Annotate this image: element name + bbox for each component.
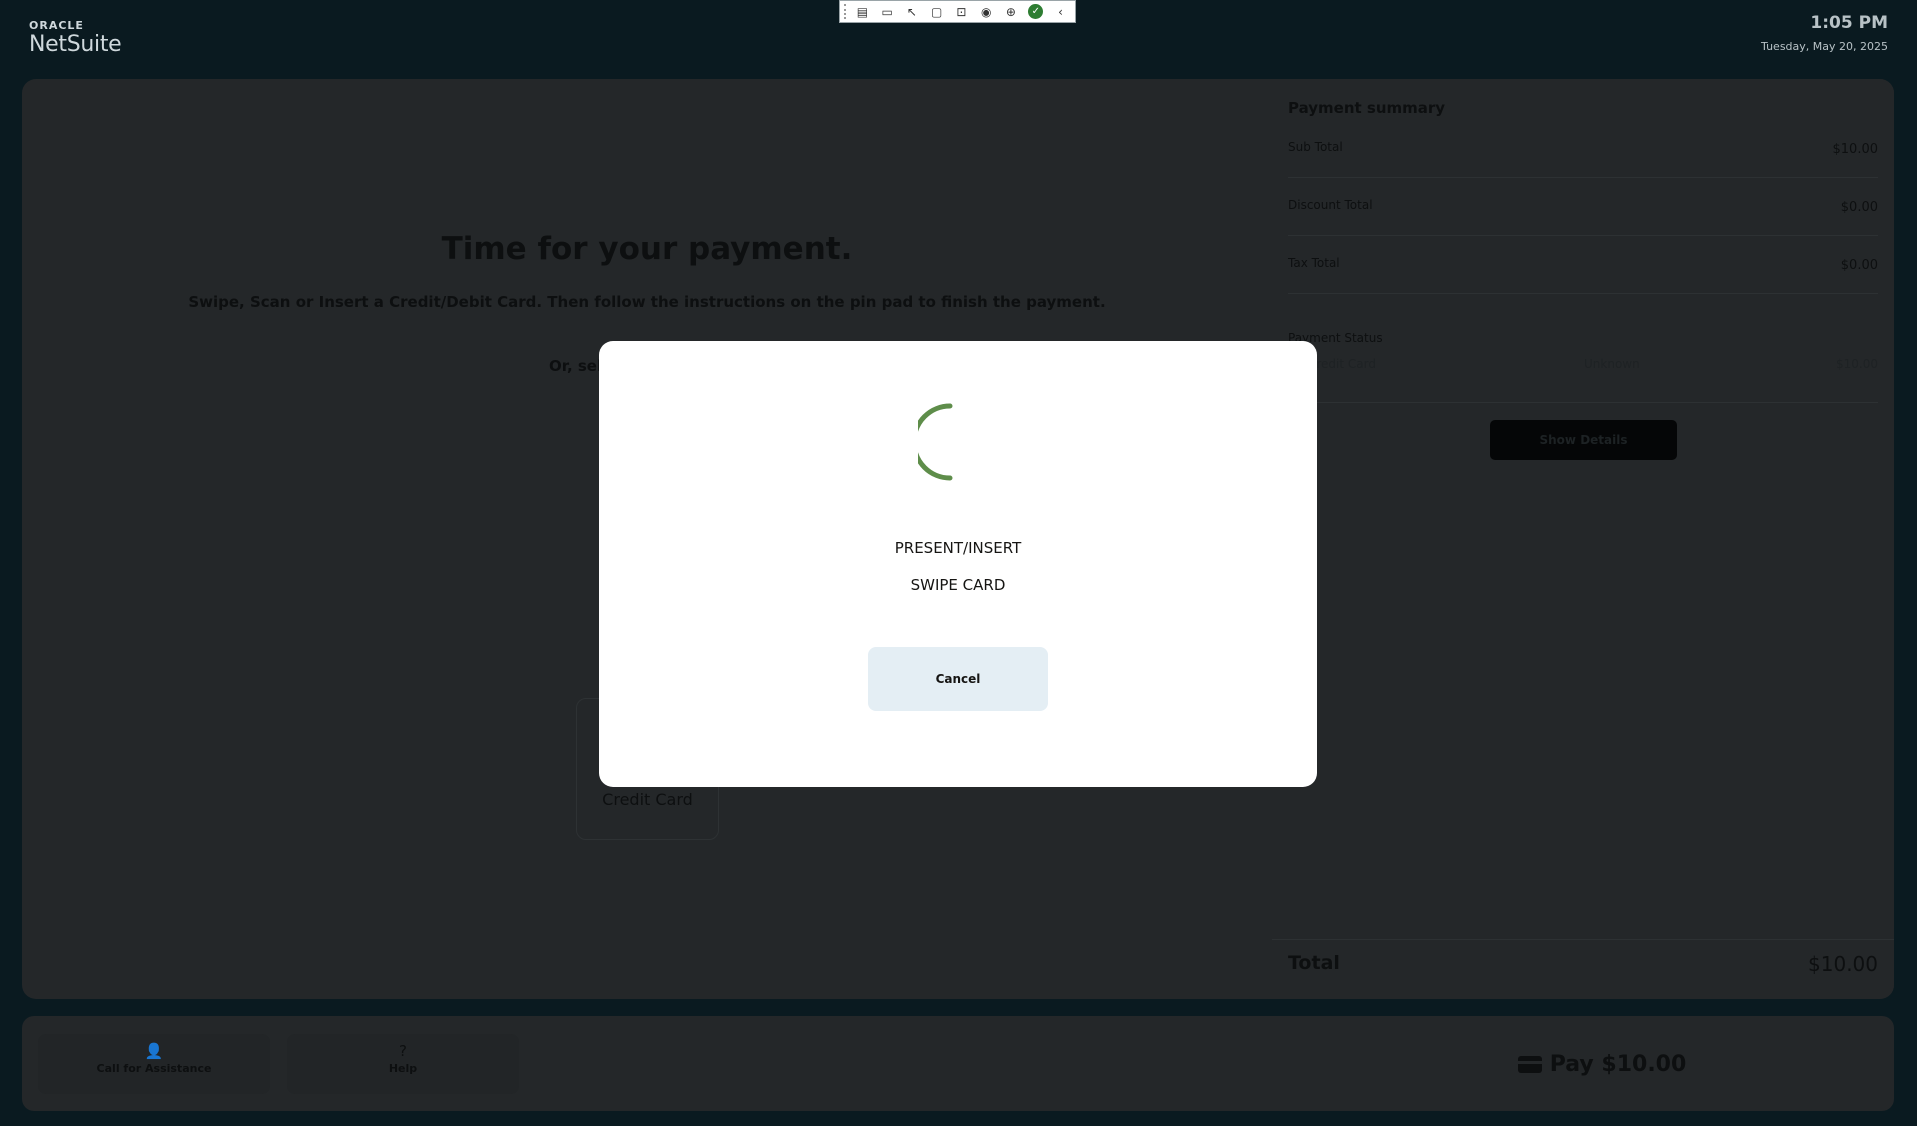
audio-icon[interactable]: ◉ (976, 2, 997, 21)
show-details-button[interactable]: Show Details (1490, 420, 1677, 460)
total-row: Total $10.00 (1272, 939, 1894, 999)
credit-card-icon (1517, 1055, 1542, 1073)
clock-time: 1:05 PM (1810, 13, 1888, 33)
payment-summary: Payment summary Sub Total $10.00 Discoun… (1272, 79, 1894, 999)
status-state: Unknown (1584, 357, 1640, 371)
help-label: Help (388, 1062, 418, 1075)
method-label: Credit Card (602, 790, 693, 809)
status-amount: $10.00 (1836, 357, 1878, 371)
chevron-left-icon[interactable]: ‹ (1050, 2, 1071, 21)
toolbar-grip-icon[interactable] (844, 4, 848, 19)
call-assistance-label: Call for Assistance (96, 1062, 212, 1075)
swipe-card-text: SWIPE CARD (910, 576, 1006, 594)
total-label: Total (1288, 952, 1340, 974)
netsuite-logo: ORACLE NetSuite (29, 19, 122, 58)
question-icon: ? (399, 1042, 407, 1060)
subtotal-label: Sub Total (1288, 140, 1343, 154)
help-button[interactable]: ? Help (287, 1034, 519, 1094)
pointer-icon[interactable]: ↖ (902, 2, 923, 21)
subtotal-value: $10.00 (1832, 142, 1879, 157)
oracle-wordmark: ORACLE (29, 19, 84, 32)
person-bell-icon: 👤 (144, 1042, 164, 1060)
screen-pointer-icon[interactable]: ⊡ (951, 2, 972, 21)
footer-bar: 👤 Call for Assistance ? Help Pay $10.00 (22, 1016, 1894, 1111)
cancel-button[interactable]: Cancel (868, 647, 1048, 711)
clock: 1:05 PM Tuesday, May 20, 2025 (1761, 12, 1888, 56)
check-icon[interactable]: ✓ (1028, 4, 1044, 19)
tax-row: Tax Total $0.00 (1288, 236, 1878, 294)
pos-screen: ORACLE NetSuite 1:05 PM Tuesday, May 20,… (0, 0, 1917, 1126)
region-icon[interactable]: ▢ (926, 2, 947, 21)
status-method: Credit Card (1308, 357, 1376, 371)
netsuite-wordmark: NetSuite (29, 32, 122, 57)
video-icon[interactable]: ▭ (877, 2, 898, 21)
summary-title: Payment summary (1288, 99, 1446, 117)
screen-recorder-toolbar: ▤ ▭ ↖ ▢ ⊡ ◉ ⊕ ✓ ‹ (839, 0, 1076, 23)
total-value: $10.00 (1808, 952, 1878, 976)
discount-value: $0.00 (1840, 200, 1878, 215)
discount-row: Discount Total $0.00 (1288, 178, 1878, 236)
tax-label: Tax Total (1288, 256, 1340, 270)
payment-instructions: Swipe, Scan or Insert a Credit/Debit Car… (188, 293, 1106, 311)
subtotal-row: Sub Total $10.00 (1288, 120, 1878, 178)
payment-title: Time for your payment. (441, 231, 853, 267)
present-insert-text: PRESENT/INSERT (894, 539, 1022, 557)
pay-label: Pay $10.00 (1549, 1051, 1687, 1077)
tax-value: $0.00 (1840, 258, 1878, 273)
select-method-prompt: Or, sel (549, 357, 603, 375)
accessibility-icon[interactable]: ⊕ (1001, 2, 1022, 21)
loading-spinner-icon (918, 403, 953, 481)
call-assistance-button[interactable]: 👤 Call for Assistance (38, 1034, 270, 1094)
card-reader-dialog: PRESENT/INSERT SWIPE CARD Cancel (599, 341, 1317, 787)
discount-label: Discount Total (1288, 198, 1373, 212)
steps-icon[interactable]: ▤ (852, 2, 873, 21)
pay-button[interactable]: Pay $10.00 (1502, 1044, 1702, 1084)
payment-status: Payment Status Credit Card Unknown $10.0… (1288, 331, 1878, 403)
clock-date: Tuesday, May 20, 2025 (1761, 40, 1888, 53)
